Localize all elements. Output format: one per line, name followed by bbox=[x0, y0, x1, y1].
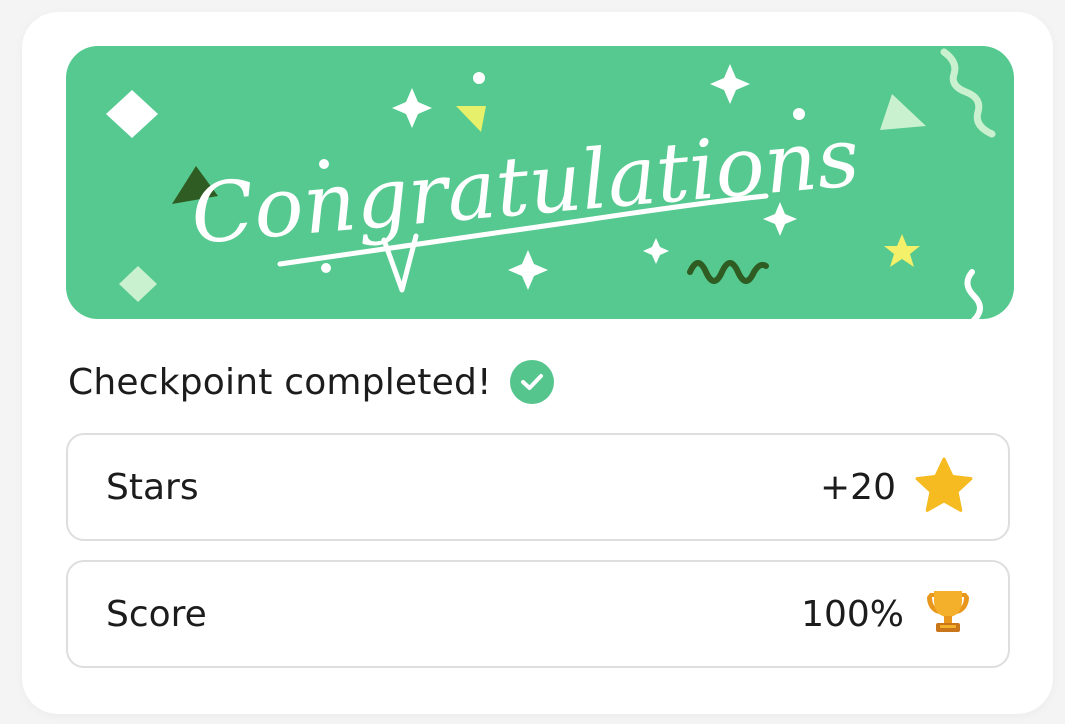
confetti-dot bbox=[473, 72, 485, 84]
congratulations-banner: Congratulations bbox=[66, 46, 1014, 319]
score-row: Score 100% bbox=[66, 560, 1010, 668]
score-value: 100% bbox=[801, 593, 904, 635]
trophy-icon bbox=[922, 589, 974, 639]
stars-row: Stars +20 bbox=[66, 433, 1010, 541]
stars-value: +20 bbox=[820, 466, 896, 508]
score-label: Score bbox=[106, 593, 207, 635]
star-icon bbox=[914, 457, 974, 517]
check-circle-icon bbox=[509, 360, 554, 404]
checkpoint-status: Checkpoint completed! bbox=[68, 356, 554, 408]
confetti-dot bbox=[321, 263, 331, 273]
banner-illustration: Congratulations bbox=[66, 46, 1014, 319]
checkpoint-title: Checkpoint completed! bbox=[68, 361, 492, 403]
stars-label: Stars bbox=[106, 466, 199, 508]
